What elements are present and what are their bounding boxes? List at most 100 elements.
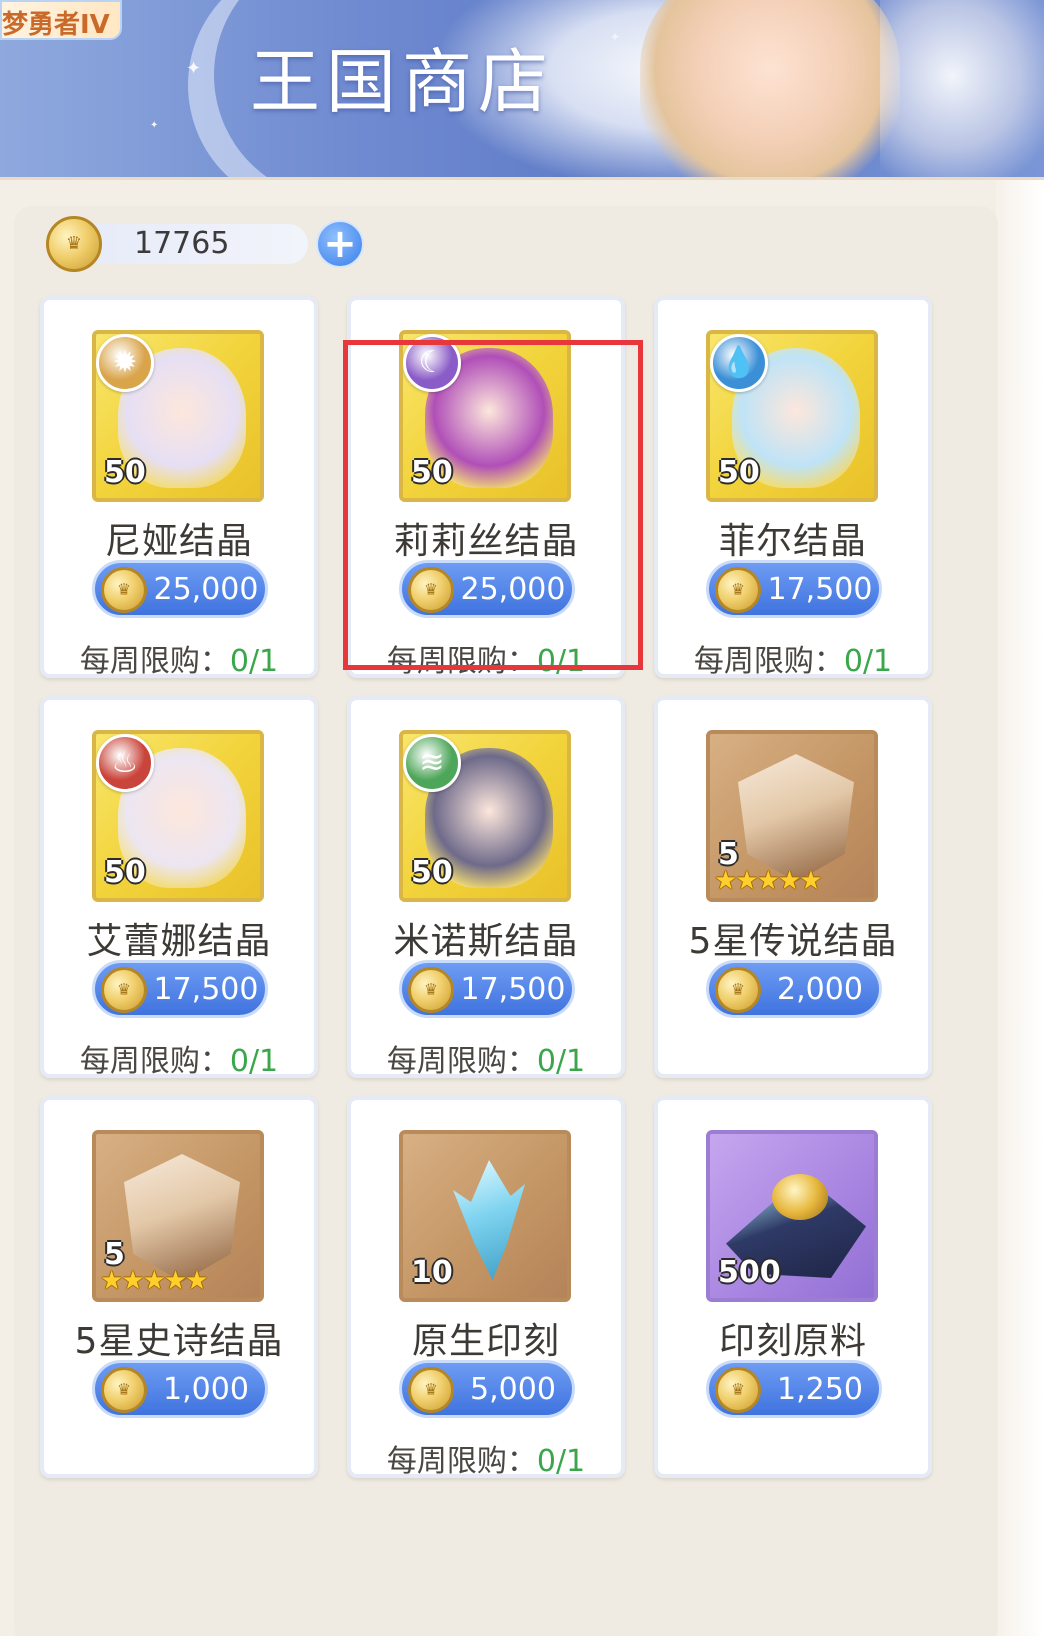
price-button[interactable]: 5,000 <box>399 1360 575 1418</box>
price-value: 25,000 <box>460 572 566 607</box>
weekly-limit-value: 0/1 <box>536 1044 586 1079</box>
crown-coin-icon <box>408 1367 454 1413</box>
shop-item-card[interactable]: 💧 50 菲尔结晶 17,500 每周限购：0/1 <box>654 296 932 680</box>
item-thumbnail: 5 ★★★★★ <box>706 730 878 902</box>
weekly-limit-value: 0/1 <box>536 644 586 679</box>
star-icon: ✦ <box>186 58 202 79</box>
weekly-limit-value: 0/1 <box>229 644 279 679</box>
material-gem-icon <box>772 1174 828 1220</box>
item-name: 5星传说结晶 <box>688 921 898 962</box>
item-quantity: 500 <box>718 1255 781 1290</box>
price-value: 1,250 <box>777 1372 863 1407</box>
crown-coin-icon <box>101 567 147 613</box>
weekly-limit: 每周限购：0/1 <box>658 636 928 680</box>
item-thumbnail: ≋ 50 <box>399 730 571 902</box>
item-quantity: 50 <box>718 455 760 490</box>
crown-coin-icon <box>715 567 761 613</box>
price-value: 17,500 <box>767 572 873 607</box>
price-value: 25,000 <box>153 572 259 607</box>
item-thumbnail: 5 ★★★★★ <box>92 1130 264 1302</box>
weekly-limit-value: 0/1 <box>536 1444 586 1479</box>
currency-display: 17765 + <box>46 216 364 272</box>
item-thumbnail: 10 <box>399 1130 571 1302</box>
price-value: 5,000 <box>470 1372 556 1407</box>
item-quantity: 50 <box>104 855 146 890</box>
item-name: 米诺斯结晶 <box>393 921 579 962</box>
weekly-limit-label: 每周限购： <box>79 1044 230 1079</box>
item-thumbnail: 500 <box>706 1130 878 1302</box>
weekly-limit-label: 每周限购： <box>386 1444 537 1479</box>
price-button[interactable]: 1,250 <box>706 1360 882 1418</box>
star-icon: ✦ <box>150 120 159 131</box>
add-currency-button[interactable]: + <box>316 220 364 268</box>
weekly-limit: 每周限购：0/1 <box>351 1036 621 1080</box>
star-rating-icon: ★★★★★ <box>100 1266 209 1296</box>
shop-item-card[interactable]: 5★★★★★ 5星传说结晶 2,000 <box>654 696 932 1078</box>
shop-item-card[interactable]: 500 印刻原料 1,250 <box>654 1096 932 1478</box>
price-button[interactable]: 17,500 <box>706 560 882 618</box>
price-value: 17,500 <box>460 972 566 1007</box>
price-button[interactable]: 17,500 <box>399 960 575 1018</box>
wing-decoration <box>880 0 1044 177</box>
right-edge <box>996 180 1044 1636</box>
crown-coin-icon <box>46 216 102 272</box>
sun-gear-icon: ✹ <box>96 334 154 392</box>
weekly-limit-label: 每周限购： <box>386 1044 537 1079</box>
item-quantity: 50 <box>411 855 453 890</box>
weekly-limit-value: 0/1 <box>229 1044 279 1079</box>
weekly-limit-label: 每周限购： <box>79 644 230 679</box>
character-art <box>640 0 900 177</box>
currency-amount: 17765 <box>134 226 230 261</box>
shop-item-card[interactable]: ☾ 50 莉莉丝结晶 25,000 每周限购：0/1 <box>347 296 625 680</box>
shop-item-card[interactable]: ♨ 50 艾蕾娜结晶 17,500 每周限购：0/1 <box>40 696 318 1080</box>
flame-icon: ♨ <box>96 734 154 792</box>
item-name: 尼娅结晶 <box>104 521 253 562</box>
game-tag: 梦勇者IV <box>0 0 122 40</box>
weekly-limit: 每周限购：0/1 <box>351 636 621 680</box>
price-button[interactable]: 17,500 <box>92 960 268 1018</box>
weekly-limit-label: 每周限购： <box>693 644 844 679</box>
item-thumbnail: 💧 50 <box>706 330 878 502</box>
price-button[interactable]: 2,000 <box>706 960 882 1018</box>
price-value: 2,000 <box>777 972 863 1007</box>
weekly-limit-label: 每周限购： <box>386 644 537 679</box>
crown-coin-icon <box>101 967 147 1013</box>
crown-coin-icon <box>715 1367 761 1413</box>
page-title: 王国商店 <box>250 41 554 123</box>
crown-coin-icon <box>408 967 454 1013</box>
shop-banner: ✦ ✦ ✦ 王国商店 梦勇者IV <box>0 0 1044 180</box>
price-button[interactable]: 1,000 <box>92 1360 268 1418</box>
item-name: 5星史诗结晶 <box>74 1321 284 1362</box>
price-button[interactable]: 25,000 <box>92 560 268 618</box>
wind-icon: ≋ <box>403 734 461 792</box>
price-button[interactable]: 25,000 <box>399 560 575 618</box>
price-value: 17,500 <box>153 972 259 1007</box>
weekly-limit: 每周限购：0/1 <box>351 1436 621 1480</box>
shop-item-card[interactable]: ✹ 50 尼娅结晶 25,000 每周限购：0/1 <box>40 296 318 680</box>
crown-coin-icon <box>408 567 454 613</box>
item-name: 原生印刻 <box>411 1321 560 1362</box>
weekly-limit-value: 0/1 <box>843 644 893 679</box>
item-thumbnail: ☾ 50 <box>399 330 571 502</box>
shard-icon <box>453 1160 525 1280</box>
crystal-icon <box>124 1154 240 1282</box>
star-rating-icon: ★★★★★ <box>714 866 823 896</box>
price-value: 1,000 <box>163 1372 249 1407</box>
moon-icon: ☾ <box>403 334 461 392</box>
item-thumbnail: ♨ 50 <box>92 730 264 902</box>
weekly-limit: 每周限购：0/1 <box>44 1036 314 1080</box>
weekly-limit: 每周限购：0/1 <box>44 636 314 680</box>
item-thumbnail: ✹ 50 <box>92 330 264 502</box>
crown-coin-icon <box>101 1367 147 1413</box>
shop-item-card[interactable]: 5★★★★★ 5星史诗结晶 1,000 <box>40 1096 318 1478</box>
item-name: 菲尔结晶 <box>718 521 867 562</box>
shop-item-card[interactable]: ≋ 50 米诺斯结晶 17,500 每周限购：0/1 <box>347 696 625 1080</box>
item-name: 印刻原料 <box>718 1321 867 1362</box>
item-quantity: 10 <box>411 1255 453 1290</box>
item-quantity: 50 <box>104 455 146 490</box>
crown-coin-icon <box>715 967 761 1013</box>
item-name: 艾蕾娜结晶 <box>86 921 272 962</box>
water-drop-icon: 💧 <box>710 334 768 392</box>
shop-item-card[interactable]: 10 原生印刻 5,000 每周限购：0/1 <box>347 1096 625 1480</box>
item-quantity: 50 <box>411 455 453 490</box>
